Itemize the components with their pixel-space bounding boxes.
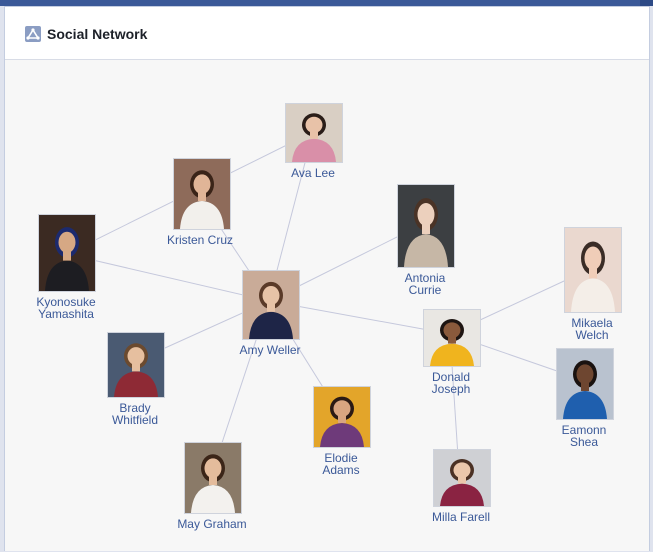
node-label-line: Whitfield [111,413,158,427]
node-label-line: Welch [575,328,609,342]
node-label-ava[interactable]: Ava Lee [285,167,341,179]
node-label-line: Kristen Cruz [166,233,234,247]
network-app-icon [25,26,41,42]
node-kristen[interactable]: Kristen Cruz [165,158,235,246]
avatar-mikaela[interactable] [564,227,622,313]
node-eamonn[interactable]: Eamonn Shea [554,348,614,448]
node-antonia[interactable]: Antonia Currie [395,184,455,298]
avatar-elodie[interactable] [313,386,371,448]
node-mikaela[interactable]: Mikaela Welch [561,227,623,341]
node-label-line: Amy Weller [239,343,301,357]
avatar-eamonn[interactable] [556,348,614,420]
node-label-brady[interactable]: Brady Whitfield [105,402,165,426]
node-donald[interactable]: Donald Joseph [421,309,481,395]
node-label-line: Joseph [431,382,471,396]
avatar-donald[interactable] [423,309,481,367]
node-label-line: Milla Farell [431,510,490,524]
node-label-line: May Graham [177,517,247,531]
avatar-milla[interactable] [433,449,491,507]
node-label-milla[interactable]: Milla Farell [429,511,493,523]
node-brady[interactable]: Brady Whitfield [105,332,165,428]
social-network-panel: Social Network Ava Lee Kristen Cruz Kyon… [4,6,650,551]
avatar-kyonosuke[interactable] [38,214,96,292]
node-ava[interactable]: Ava Lee [285,103,343,179]
node-label-line: Yamashita [38,307,94,321]
node-milla[interactable]: Milla Farell [429,449,493,527]
avatar-ava[interactable] [285,103,343,163]
node-elodie[interactable]: Elodie Adams [311,386,371,478]
node-label-elodie[interactable]: Elodie Adams [311,452,371,476]
node-amy[interactable]: Amy Weller [239,270,301,358]
node-label-eamonn[interactable]: Eamonn Shea [554,424,614,448]
node-label-kristen[interactable]: Kristen Cruz [165,234,235,246]
node-kyonosuke[interactable]: Kyonosuke Yamashita [33,214,99,324]
avatar-amy[interactable] [242,270,300,340]
node-label-may[interactable]: May Graham [175,518,249,530]
panel-header: Social Network [5,7,649,60]
node-label-donald[interactable]: Donald Joseph [421,371,481,395]
node-label-line: Shea [569,435,599,449]
node-label-antonia[interactable]: Antonia Currie [395,272,455,296]
node-label-line: Currie [408,283,442,297]
avatar-may[interactable] [184,442,242,514]
node-label-mikaela[interactable]: Mikaela Welch [561,317,623,341]
panel-title: Social Network [47,26,148,42]
node-label-kyonosuke[interactable]: Kyonosuke Yamashita [33,296,99,320]
network-canvas: Ava Lee Kristen Cruz Kyonosuke Yamashita … [5,60,649,551]
node-label-amy[interactable]: Amy Weller [239,344,301,356]
node-label-line: Ava Lee [291,166,335,180]
avatar-brady[interactable] [107,332,165,398]
avatar-antonia[interactable] [397,184,455,268]
avatar-kristen[interactable] [173,158,231,230]
node-label-line: Adams [322,463,360,477]
node-may[interactable]: May Graham [175,442,249,530]
